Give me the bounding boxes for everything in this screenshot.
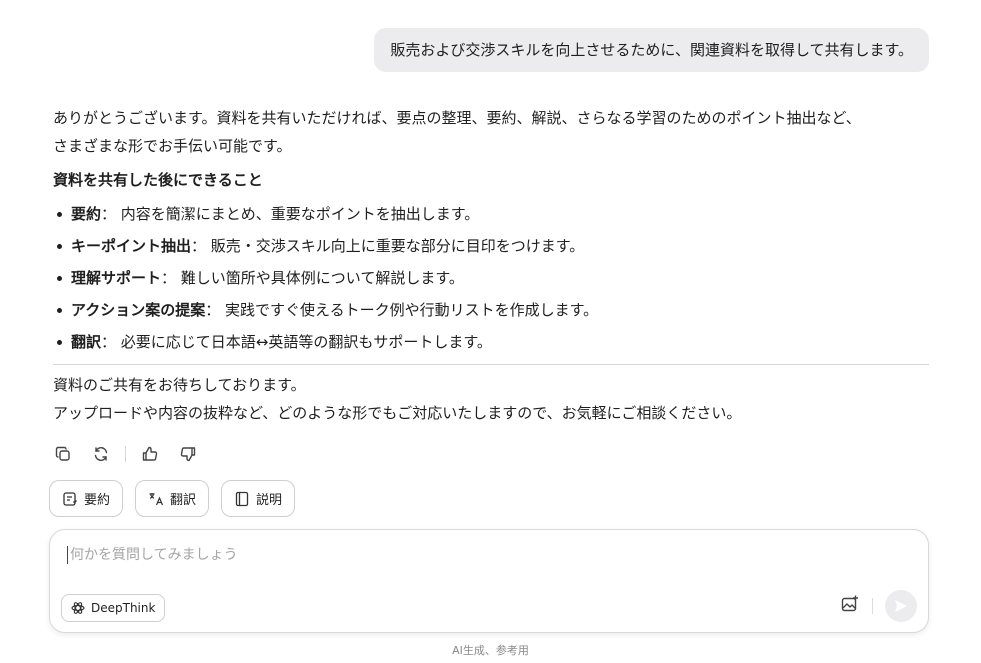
- user-message-bubble: 販売および交渉スキルを向上させるために、関連資料を取得して共有します。: [374, 28, 929, 72]
- regenerate-icon[interactable]: [91, 444, 111, 464]
- closing-line-1: 資料のご共有をお待ちしております。: [53, 376, 306, 394]
- list-item-term: キーポイント抽出: [71, 237, 192, 255]
- list-item-term: 要約: [71, 205, 102, 223]
- atom-icon: [71, 602, 85, 614]
- copy-icon[interactable]: [53, 444, 73, 464]
- composer-separator: [872, 598, 873, 614]
- list-item: 翻訳： 必要に応じて日本語↔英語等の翻訳もサポートします。: [53, 326, 929, 358]
- list-item: 理解サポート： 難しい箇所や具体例について解説します。: [53, 262, 929, 294]
- message-actions: [53, 444, 198, 464]
- list-item: アクション案の提案： 実践ですぐ使えるトーク例や行動リストを作成します。: [53, 294, 929, 326]
- translate-chip-label: 翻訳: [170, 493, 197, 508]
- section-heading: 資料を共有した後にできること: [53, 171, 263, 189]
- feature-list: 要約： 内容を簡潔にまとめ、重要なポイントを抽出します。 キーポイント抽出： 販…: [53, 198, 929, 358]
- summary-icon: [63, 491, 77, 506]
- image-upload-icon[interactable]: [840, 594, 860, 618]
- translate-chip[interactable]: 翻訳: [135, 480, 210, 517]
- chat-page: 販売および交渉スキルを向上させるために、関連資料を取得して共有します。 ありがと…: [0, 0, 981, 663]
- deepthink-button[interactable]: DeepThink: [61, 594, 166, 622]
- prompt-input[interactable]: 何かを質問してみましょう: [67, 546, 827, 564]
- list-item-desc: ： 実践ですぐ使えるトーク例や行動リストを作成します。: [205, 301, 599, 319]
- summary-chip[interactable]: 要約: [49, 480, 124, 517]
- list-item-term: アクション案の提案: [71, 301, 206, 319]
- list-item-desc: ： 販売・交渉スキル向上に重要な部分に目印をつけます。: [191, 237, 585, 255]
- list-item-desc: ： 必要に応じて日本語↔英語等の翻訳もサポートします。: [101, 333, 492, 351]
- thumbs-down-icon[interactable]: [178, 444, 198, 464]
- list-item-desc: ： 内容を簡潔にまとめ、重要なポイントを抽出します。: [101, 205, 480, 223]
- list-item: 要約： 内容を簡潔にまとめ、重要なポイントを抽出します。: [53, 198, 929, 230]
- list-item-desc: ： 難しい箇所や具体例について解説します。: [161, 269, 464, 287]
- explain-chip-label: 説明: [256, 493, 283, 508]
- footer-note: AI生成、参考用: [452, 644, 529, 657]
- summary-chip-label: 要約: [84, 493, 111, 508]
- chat-composer: 何かを質問してみましょう DeepThink: [49, 529, 929, 633]
- list-item: キーポイント抽出： 販売・交渉スキル向上に重要な部分に目印をつけます。: [53, 230, 929, 262]
- thumbs-up-icon[interactable]: [140, 444, 160, 464]
- list-item-term: 理解サポート: [71, 269, 162, 287]
- list-item-term: 翻訳: [71, 333, 102, 351]
- deepthink-label: DeepThink: [91, 601, 156, 615]
- closing-line-2: アップロードや内容の抜粋など、どのような形でもご対応いたしますので、お気軽にご相…: [53, 404, 742, 422]
- assistant-response: ありがとうございます。資料を共有いただければ、要点の整理、要約、解説、さらなる学…: [53, 104, 929, 427]
- send-button[interactable]: [885, 590, 917, 622]
- intro-line-2: さまざまな形でお手伝い可能です。: [53, 137, 292, 155]
- divider: [53, 364, 929, 365]
- book-icon: [235, 491, 249, 506]
- translate-icon: [149, 492, 164, 505]
- composer-actions: [840, 590, 917, 622]
- explain-chip[interactable]: 説明: [221, 480, 296, 517]
- action-separator: [125, 446, 126, 462]
- send-icon: [895, 600, 907, 612]
- suggestion-chips: 要約 翻訳 説明: [49, 480, 296, 517]
- intro-line-1: ありがとうございます。資料を共有いただければ、要点の整理、要約、解説、さらなる学…: [53, 109, 861, 127]
